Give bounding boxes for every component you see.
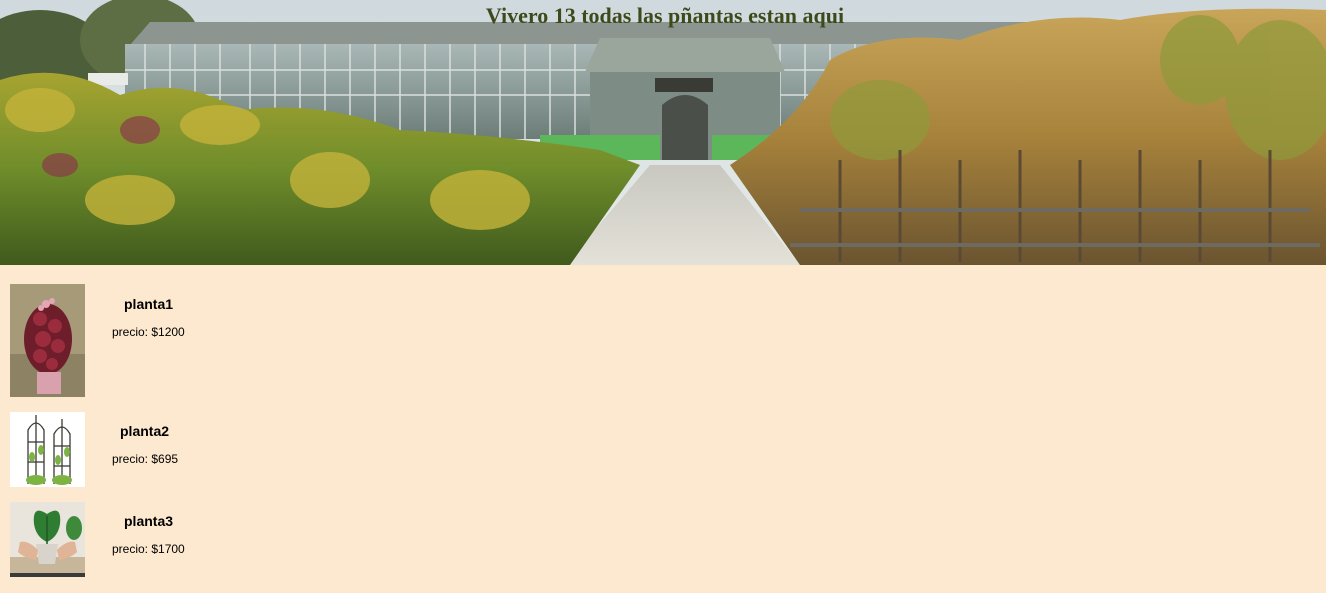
product-price: precio: $695	[112, 452, 179, 466]
page-title: Vivero 13 todas las pñantas estan aqui	[485, 3, 845, 28]
garden-obelisk-trellis-photo	[10, 412, 85, 487]
product-item-planta1[interactable]: planta1 precio: $1200	[10, 284, 310, 398]
product-image[interactable]	[10, 412, 85, 487]
product-item-planta3[interactable]: planta3 precio: $1700	[10, 502, 310, 577]
red-succulent-topiary-photo	[10, 284, 85, 397]
nursery-greenhouse-photo	[0, 0, 1326, 265]
product-name: planta3	[124, 513, 174, 529]
potted-leaf-hands-photo	[10, 502, 85, 577]
product-name: planta1	[124, 296, 174, 312]
product-price: precio: $1200	[112, 325, 185, 339]
product-price: precio: $1700	[112, 542, 185, 556]
product-image[interactable]	[10, 284, 85, 397]
product-image[interactable]	[10, 502, 85, 577]
hero-banner: Vivero 13 todas las pñantas estan aqui	[0, 0, 1326, 265]
product-name: planta2	[120, 423, 170, 439]
product-item-planta2[interactable]: planta2 precio: $695	[10, 412, 310, 487]
